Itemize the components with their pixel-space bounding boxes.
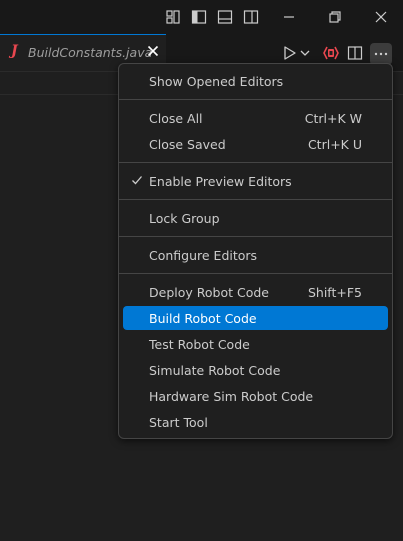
menu-item-close-all[interactable]: Close All Ctrl+K W	[123, 106, 388, 130]
java-icon: J	[11, 43, 18, 59]
menu-item-label: Start Tool	[149, 415, 208, 430]
menu-item-simulate-robot-code[interactable]: Simulate Robot Code	[123, 358, 388, 382]
toggle-panel-icon[interactable]	[217, 9, 233, 25]
menu-item-start-tool[interactable]: Start Tool	[123, 410, 388, 434]
split-editor-icon[interactable]	[346, 44, 364, 62]
menu-item-label: Hardware Sim Robot Code	[149, 389, 314, 404]
menu-separator	[119, 162, 392, 163]
menu-item-label: Enable Preview Editors	[149, 174, 292, 189]
menu-item-configure-editors[interactable]: Configure Editors	[123, 243, 388, 267]
menu-item-label: Lock Group	[149, 211, 220, 226]
menu-item-label: Show Opened Editors	[149, 74, 284, 89]
checkmark-icon	[132, 176, 142, 185]
more-actions-button[interactable]	[370, 43, 392, 65]
toggle-secondary-sidebar-icon[interactable]	[243, 9, 259, 25]
menu-item-show-opened-editors[interactable]: Show Opened Editors	[123, 69, 388, 93]
menu-item-hardware-sim-robot-code[interactable]: Hardware Sim Robot Code	[123, 384, 388, 408]
restore-icon[interactable]	[327, 9, 343, 25]
robot-icon[interactable]	[322, 44, 340, 62]
title-bar	[0, 0, 403, 34]
dropdown-chevron-icon[interactable]	[299, 44, 311, 62]
menu-item-label: Configure Editors	[149, 248, 258, 263]
run-icon[interactable]	[281, 44, 299, 62]
menu-separator	[119, 236, 392, 237]
menu-item-label: Close Saved	[149, 137, 226, 152]
menu-item-label: Build Robot Code	[149, 311, 257, 326]
editor-actions-menu: Show Opened Editors Close All Ctrl+K W C…	[118, 63, 393, 439]
menu-separator	[119, 273, 392, 274]
menu-separator	[119, 99, 392, 100]
menu-item-enable-preview-editors[interactable]: Enable Preview Editors	[123, 169, 388, 193]
menu-item-shortcut: Shift+F5	[307, 285, 362, 300]
minimize-icon[interactable]	[281, 9, 297, 25]
menu-item-deploy-robot-code[interactable]: Deploy Robot Code Shift+F5	[123, 280, 388, 304]
menu-item-label: Close All	[149, 111, 203, 126]
more-actions-icon	[374, 52, 388, 56]
menu-item-close-saved[interactable]: Close Saved Ctrl+K U	[123, 132, 388, 156]
customize-layout-icon[interactable]	[165, 9, 181, 25]
close-icon[interactable]	[373, 9, 389, 25]
menu-item-label: Simulate Robot Code	[149, 363, 281, 378]
menu-item-test-robot-code[interactable]: Test Robot Code	[123, 332, 388, 356]
menu-item-lock-group[interactable]: Lock Group	[123, 206, 388, 230]
menu-item-label: Test Robot Code	[149, 337, 250, 352]
menu-item-shortcut: Ctrl+K W	[304, 111, 362, 126]
menu-separator	[119, 199, 392, 200]
toggle-primary-sidebar-icon[interactable]	[191, 9, 207, 25]
tab-label: BuildConstants.java	[28, 45, 153, 60]
tab-close-icon[interactable]	[146, 44, 160, 58]
menu-item-label: Deploy Robot Code	[149, 285, 269, 300]
menu-item-build-robot-code[interactable]: Build Robot Code	[123, 306, 388, 330]
menu-item-shortcut: Ctrl+K U	[307, 137, 362, 152]
